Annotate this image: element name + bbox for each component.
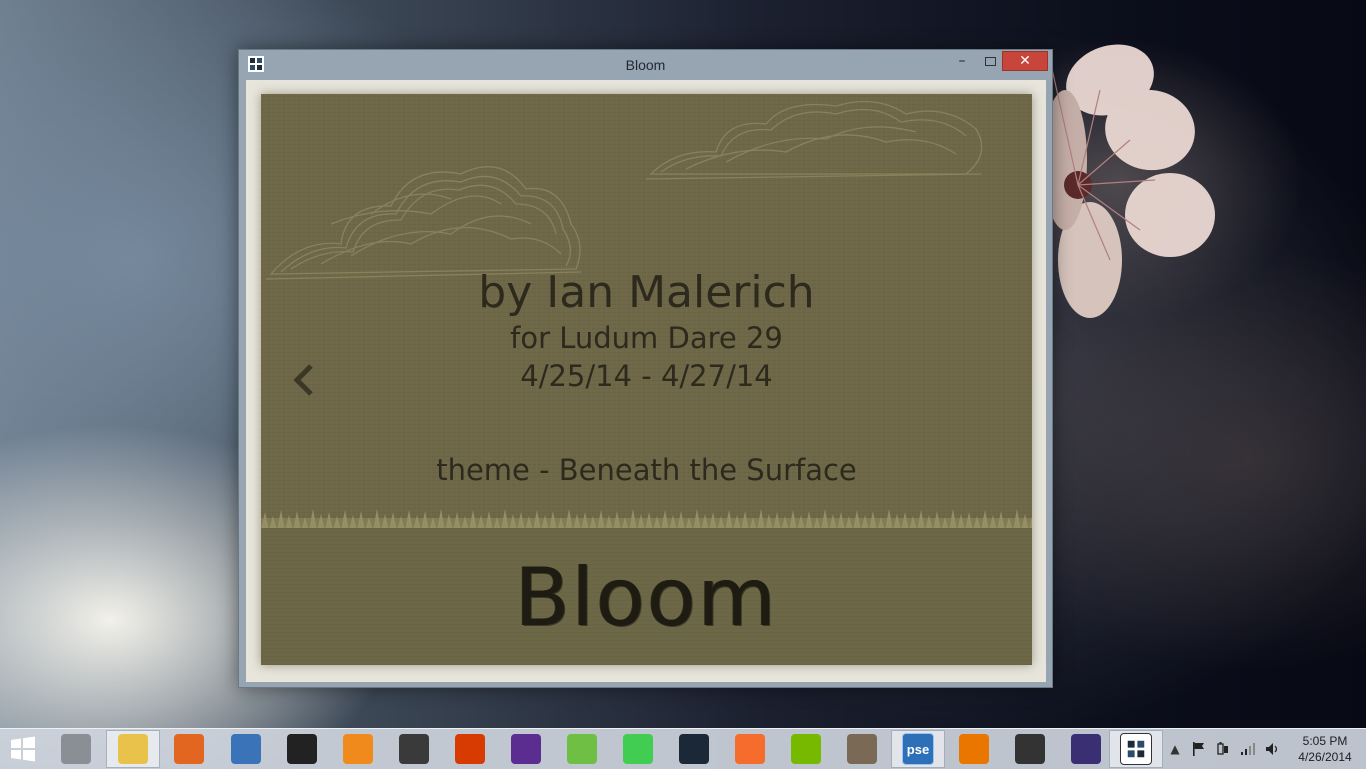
taskbar-button[interactable] xyxy=(779,730,833,768)
bloom-app-icon xyxy=(1120,733,1152,765)
steam-icon xyxy=(679,734,709,764)
credits-theme: theme - Beneath the Surface xyxy=(436,453,857,487)
taskbar-button[interactable] xyxy=(443,730,497,768)
credits-event: for Ludum Dare 29 xyxy=(510,321,783,355)
storage-icon xyxy=(61,734,91,764)
volume-icon[interactable] xyxy=(1263,729,1283,769)
folder-icon xyxy=(118,734,148,764)
close-button[interactable]: ✕ xyxy=(1002,51,1048,71)
taskbar-button[interactable] xyxy=(1003,730,1057,768)
origin-icon xyxy=(735,734,765,764)
maximize-icon xyxy=(984,57,996,66)
taskbar-button[interactable] xyxy=(947,730,1001,768)
cloud-sketch xyxy=(646,100,983,180)
taskbar-button[interactable] xyxy=(667,730,721,768)
taskbar-button[interactable] xyxy=(723,730,777,768)
taskbar-button[interactable] xyxy=(162,730,216,768)
visual-studio-icon xyxy=(511,734,541,764)
taskbar-button[interactable] xyxy=(275,730,329,768)
bloom-window[interactable]: Bloom – ✕ by Ian Malerich for Ludum Dare… xyxy=(238,49,1053,688)
maximize-button[interactable] xyxy=(979,51,1001,71)
amazon-icon xyxy=(287,734,317,764)
taskbar: pse ▲ 5:05 PM 4/26/2014 xyxy=(0,728,1366,769)
taskbar-button[interactable] xyxy=(499,730,553,768)
taskbar-button[interactable] xyxy=(106,730,160,768)
vlc-icon xyxy=(343,734,373,764)
network-icon[interactable] xyxy=(1238,729,1258,769)
taskbar-button[interactable] xyxy=(1109,730,1163,768)
taskbar-button[interactable] xyxy=(1059,730,1113,768)
inkscape-icon xyxy=(1015,734,1045,764)
credits-author: by Ian Malerich xyxy=(478,267,815,318)
taskbar-clock[interactable]: 5:05 PM 4/26/2014 xyxy=(1288,733,1362,765)
window-title: Bloom xyxy=(625,57,666,73)
eclipse-icon xyxy=(1071,734,1101,764)
taskbar-button[interactable] xyxy=(219,730,273,768)
blender-icon xyxy=(959,734,989,764)
wallpaper-blossom xyxy=(1043,44,1215,318)
taskbar-button[interactable] xyxy=(835,730,889,768)
action-center-flag-icon[interactable] xyxy=(1190,729,1208,769)
sublime-icon xyxy=(399,734,429,764)
clock-time: 5:05 PM xyxy=(1302,734,1348,748)
taskbar-button[interactable] xyxy=(331,730,385,768)
start-button[interactable] xyxy=(8,736,38,762)
taskbar-button[interactable] xyxy=(555,730,609,768)
credits-dates: 4/25/14 - 4/27/14 xyxy=(520,359,773,393)
show-hidden-icons-button[interactable]: ▲ xyxy=(1167,729,1183,769)
minimize-button[interactable]: – xyxy=(952,51,972,71)
window-titlebar[interactable]: Bloom – ✕ xyxy=(239,50,1052,80)
game-logo: Bloom xyxy=(515,551,778,644)
photoshop-elements-icon: pse xyxy=(902,733,934,765)
back-arrow-icon[interactable] xyxy=(291,362,317,398)
power-icon[interactable] xyxy=(1213,729,1233,769)
xamarin-icon xyxy=(567,734,597,764)
nvidia-icon xyxy=(791,734,821,764)
taskbar-button[interactable] xyxy=(611,730,665,768)
thunderbird-icon xyxy=(231,734,261,764)
firefox-icon xyxy=(174,734,204,764)
office-icon xyxy=(455,734,485,764)
grass-strip xyxy=(261,509,1032,530)
bloom-glyph xyxy=(1127,740,1145,758)
game-canvas[interactable]: by Ian Malerich for Ludum Dare 29 4/25/1… xyxy=(261,94,1032,665)
gimp-icon xyxy=(847,734,877,764)
qt-icon xyxy=(623,734,653,764)
clock-date: 4/26/2014 xyxy=(1298,750,1352,764)
taskbar-button[interactable] xyxy=(49,730,103,768)
taskbar-button[interactable] xyxy=(387,730,441,768)
taskbar-button[interactable]: pse xyxy=(891,730,945,768)
